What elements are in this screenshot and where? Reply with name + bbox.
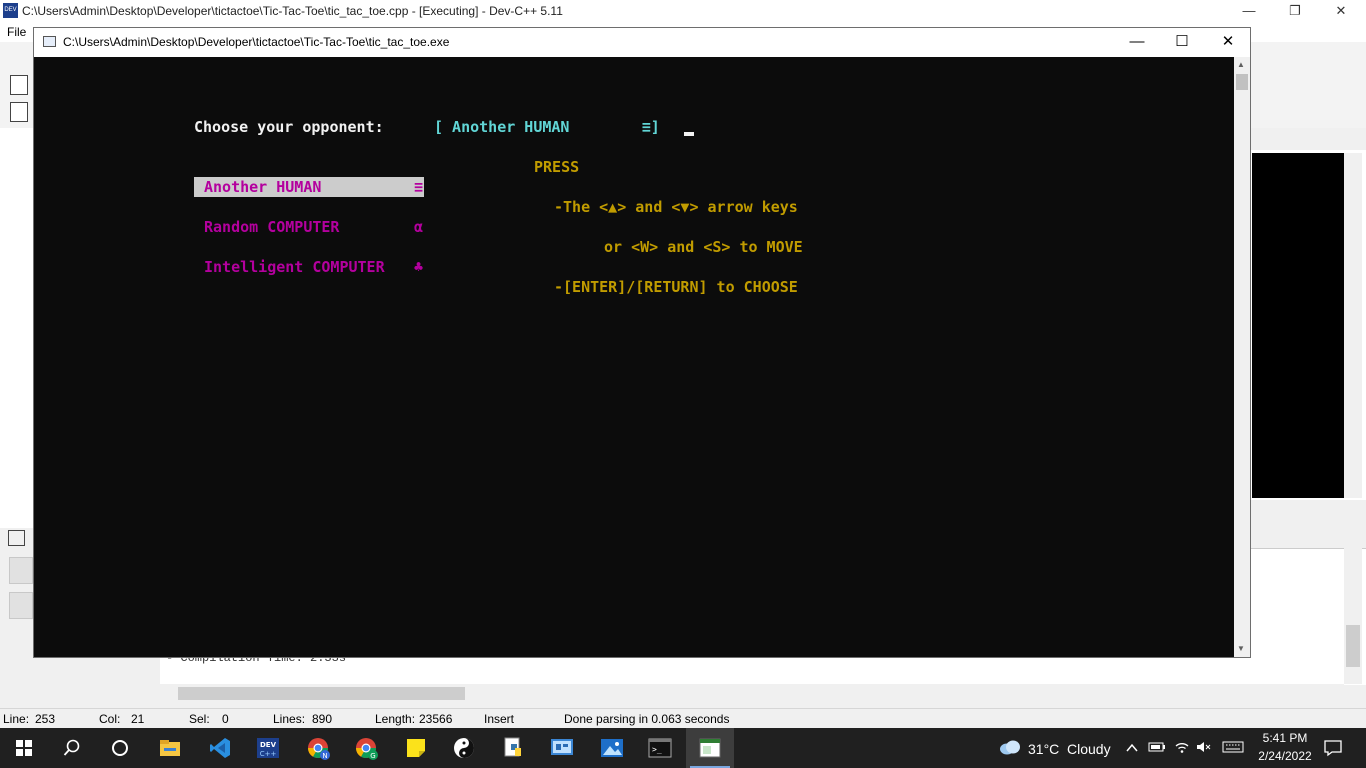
option-random-computer[interactable]: Random COMPUTER <box>204 217 339 237</box>
svg-text:N: N <box>322 752 327 760</box>
vscode-icon[interactable] <box>196 728 244 768</box>
right-preview-area <box>1252 153 1344 498</box>
file-explorer-icon[interactable] <box>146 728 194 768</box>
console-minimize-button[interactable]: — <box>1114 28 1160 57</box>
status-sel-label: Sel: <box>189 712 210 726</box>
compile-scroll-thumb[interactable] <box>178 687 465 700</box>
compile-vscroll-thumb[interactable] <box>1346 625 1360 667</box>
ide-window-title: C:\Users\Admin\Desktop\Developer\tictact… <box>22 4 563 18</box>
menu-file[interactable]: File <box>7 25 26 39</box>
console-window-icon <box>43 36 56 47</box>
console-app-icon[interactable] <box>686 728 734 768</box>
svg-text:C++: C++ <box>260 750 277 758</box>
scroll-down-icon[interactable]: ▼ <box>1237 644 1245 653</box>
new-file-icon[interactable] <box>10 75 28 95</box>
battery-icon[interactable] <box>1148 740 1166 756</box>
chrome-g-icon[interactable]: G <box>342 728 390 768</box>
right-horizontal-scrollbar[interactable] <box>1251 500 1366 518</box>
instructions-ws-keys: or <W> and <S> to MOVE <box>604 238 803 256</box>
svg-text:DEV: DEV <box>260 741 277 749</box>
status-mode: Insert <box>484 712 515 726</box>
option-random-computer-symbol: α <box>414 218 424 236</box>
chrome-n-icon[interactable]: N <box>294 728 342 768</box>
compiler-tab-icon[interactable] <box>8 530 25 546</box>
instructions-arrow-keys: -The <▲> and <▼> arrow keys <box>554 198 798 216</box>
keyboard-icon[interactable] <box>1222 740 1244 757</box>
search-icon[interactable] <box>48 728 96 768</box>
status-col-label: Col: <box>99 712 121 726</box>
console-window-title: C:\Users\Admin\Desktop\Developer\tictact… <box>63 35 450 49</box>
status-length-value: 23566 <box>419 712 453 726</box>
shorten-paths-button[interactable] <box>9 592 33 619</box>
weather-cloud-icon[interactable] <box>998 738 1022 759</box>
project-icon[interactable] <box>10 102 28 122</box>
windows-start-icon[interactable] <box>0 728 48 768</box>
svg-text:>_: >_ <box>652 745 662 754</box>
status-message: Done parsing in 0.063 seconds <box>564 712 730 726</box>
status-line-label: Line: <box>3 712 30 726</box>
status-lines-value: 890 <box>312 712 333 726</box>
option-another-human-symbol: ≡ <box>414 178 424 196</box>
opponent-prompt: Choose your opponent: <box>194 118 384 136</box>
weather-temperature[interactable]: 31°C <box>1028 741 1059 757</box>
wifi-icon[interactable] <box>1174 740 1190 757</box>
selected-opponent-display: [ Another HUMAN ≡] <box>434 118 660 136</box>
cortana-icon[interactable] <box>96 728 144 768</box>
notification-icon[interactable] <box>1324 739 1342 760</box>
python-icon[interactable] <box>490 728 538 768</box>
photos-icon[interactable] <box>588 728 636 768</box>
instructions-press: PRESS <box>534 158 580 176</box>
console-scroll-thumb[interactable] <box>1236 74 1248 90</box>
console-maximize-button[interactable]: ☐ <box>1159 28 1205 57</box>
status-col-value: 21 <box>131 712 145 726</box>
option-intelligent-computer-symbol: ♣ <box>414 258 424 276</box>
console-close-button[interactable]: ✕ <box>1205 28 1251 57</box>
status-length-label: Length: <box>375 712 416 726</box>
console-vertical-scrollbar[interactable] <box>1234 57 1250 657</box>
console-output[interactable] <box>34 57 1234 657</box>
terminal-icon[interactable]: >_ <box>636 728 684 768</box>
yin-yang-icon[interactable] <box>440 728 488 768</box>
scroll-up-icon[interactable]: ▲ <box>1237 60 1245 69</box>
clock-time[interactable]: 5:41 PM <box>1250 731 1320 745</box>
speaker-muted-icon[interactable] <box>1196 740 1212 757</box>
option-another-human[interactable]: Another HUMAN <box>204 177 321 197</box>
option-intelligent-computer[interactable]: Intelligent COMPUTER <box>204 257 385 277</box>
chevron-up-icon[interactable] <box>1126 740 1138 756</box>
project-panel <box>0 128 34 528</box>
text-cursor <box>684 132 694 136</box>
clock-date[interactable]: 2/24/2022 <box>1250 749 1320 763</box>
sticky-notes-icon[interactable] <box>392 728 440 768</box>
instructions-enter-key: -[ENTER]/[RETURN] to CHOOSE <box>554 278 798 296</box>
right-vertical-scrollbar[interactable] <box>1344 153 1362 498</box>
status-sel-value: 0 <box>222 712 229 726</box>
status-line-value: 253 <box>35 712 56 726</box>
status-lines-label: Lines: <box>273 712 306 726</box>
ide-close-button[interactable]: ✕ <box>1318 0 1364 22</box>
svg-text:G: G <box>370 752 375 760</box>
ide-restore-button[interactable]: ❐ <box>1272 0 1318 22</box>
weather-description[interactable]: Cloudy <box>1067 741 1111 757</box>
devcpp-app-icon: DEV <box>3 3 18 18</box>
devcpp-icon[interactable]: DEV C++ <box>244 728 292 768</box>
ide-minimize-button[interactable]: — <box>1226 0 1272 22</box>
abort-compilation-button[interactable] <box>9 557 33 584</box>
control-panel-icon[interactable] <box>538 728 586 768</box>
